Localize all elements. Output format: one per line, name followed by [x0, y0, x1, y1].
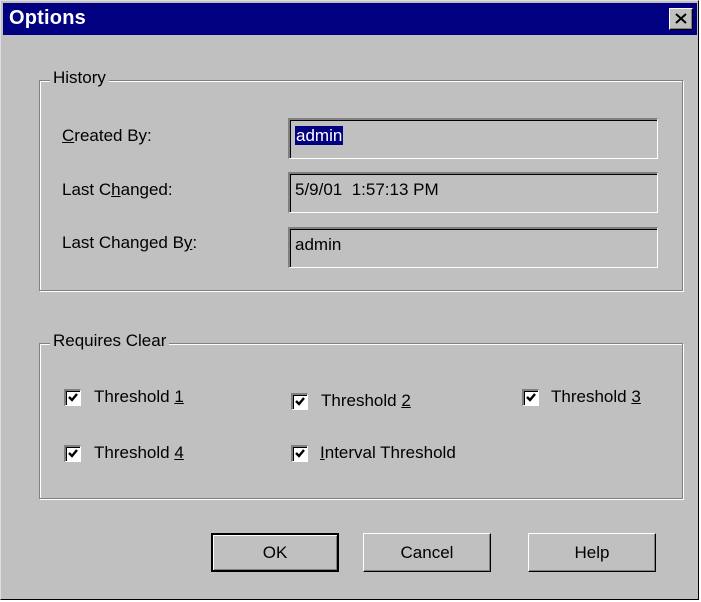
checkmark-icon	[68, 448, 78, 458]
checkmark-icon	[68, 392, 78, 402]
dialog-title: Options	[9, 7, 86, 29]
threshold-2-checkbox[interactable]: Threshold 2	[291, 391, 411, 411]
threshold-4-checkbox[interactable]: Threshold 4	[64, 443, 184, 463]
checkbox-label: Threshold 1	[94, 387, 184, 406]
ok-button[interactable]: OK	[211, 533, 339, 572]
checkbox-box[interactable]	[291, 392, 308, 410]
options-dialog: Options History Created By: admin Last C…	[0, 0, 699, 600]
last-changed-by-field[interactable]: admin	[288, 227, 658, 268]
threshold-1-checkbox[interactable]: Threshold 1	[64, 387, 184, 407]
close-button[interactable]	[669, 8, 693, 30]
checkbox-box[interactable]	[291, 444, 308, 462]
requires-clear-group-label: Requires Clear	[50, 331, 170, 351]
created-by-field[interactable]: admin	[288, 118, 658, 159]
checkmark-icon	[526, 392, 536, 402]
checkmark-icon	[295, 448, 305, 458]
threshold-3-checkbox[interactable]: Threshold 3	[522, 387, 641, 407]
last-changed-value: 5/9/01 1:57:13 PM	[295, 180, 439, 199]
checkbox-label: Threshold 4	[94, 443, 184, 462]
checkmark-icon	[295, 396, 305, 406]
checkbox-label: Threshold 3	[551, 387, 641, 406]
checkbox-box[interactable]	[64, 388, 81, 406]
close-icon	[675, 13, 687, 24]
help-button[interactable]: Help	[528, 533, 656, 572]
last-changed-label: Last Changed:	[62, 180, 173, 199]
requires-clear-group: Requires Clear	[39, 331, 683, 499]
last-changed-by-label: Last Changed By:	[62, 233, 198, 252]
created-by-value: admin	[295, 126, 344, 145]
interval-threshold-checkbox[interactable]: Interval Threshold	[291, 443, 456, 463]
last-changed-field[interactable]: 5/9/01 1:57:13 PM	[288, 172, 658, 213]
checkbox-box[interactable]	[64, 444, 81, 462]
history-group-label: History	[50, 68, 109, 88]
title-bar[interactable]: Options	[3, 3, 697, 35]
last-changed-by-value: admin	[295, 235, 342, 254]
checkbox-label: Interval Threshold	[320, 443, 456, 462]
created-by-label: Created By:	[62, 126, 152, 145]
cancel-button[interactable]: Cancel	[363, 533, 491, 572]
checkbox-box[interactable]	[522, 388, 539, 406]
checkbox-label: Threshold 2	[321, 391, 411, 410]
